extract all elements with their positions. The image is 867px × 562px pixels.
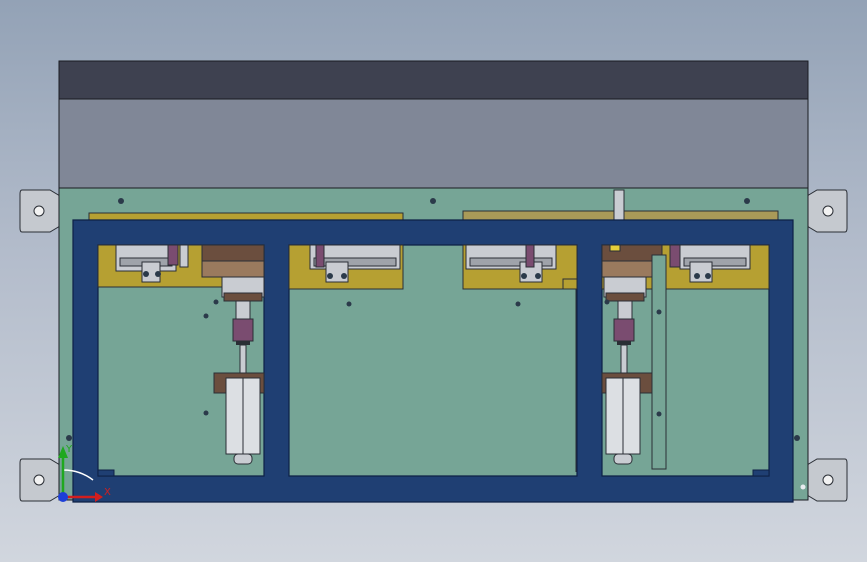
top-cover — [58, 60, 809, 189]
mounting-tab-top-left — [19, 189, 61, 233]
mounting-tab-bottom-left — [19, 458, 61, 502]
cad-viewport[interactable]: X Y — [0, 0, 867, 562]
mounting-tab-top-right — [806, 189, 848, 233]
axis-x-label: X — [104, 487, 111, 498]
axis-y-label: Y — [65, 444, 73, 455]
frame-hole — [800, 484, 806, 490]
mounting-tab-bottom-right — [806, 458, 848, 502]
axis-z-origin-icon — [58, 492, 68, 502]
